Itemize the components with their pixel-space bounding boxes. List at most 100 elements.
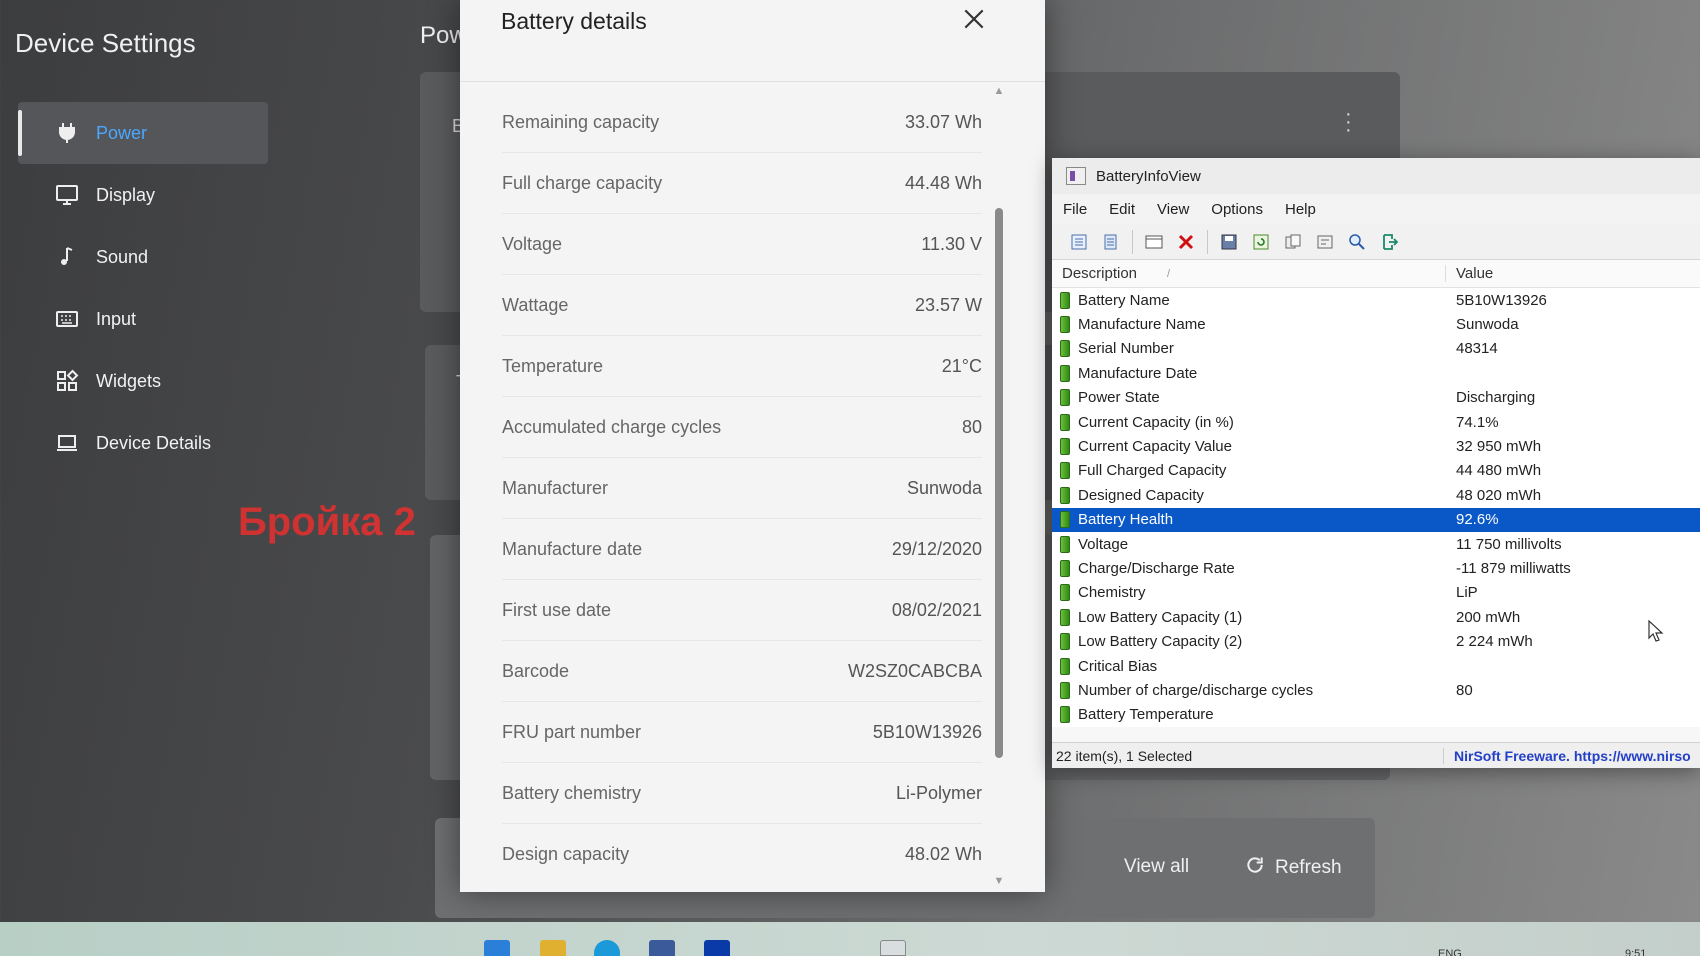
edge-browser-icon[interactable] — [594, 940, 620, 956]
table-row[interactable]: Number of charge/discharge cycles 80 — [1052, 678, 1700, 702]
nirsoft-link[interactable]: NirSoft Freeware. https://www.nirso — [1444, 748, 1691, 764]
menu-file[interactable]: File — [1063, 201, 1087, 218]
store-icon[interactable] — [649, 940, 675, 956]
table-row[interactable]: Battery Name 5B10W13926 — [1052, 288, 1700, 312]
refresh-button[interactable]: Refresh — [1245, 855, 1342, 881]
lenovo-vantage-icon[interactable] — [704, 940, 730, 956]
detail-value: 23.57 W — [914, 294, 982, 315]
detail-label: Temperature — [502, 355, 604, 376]
battery-icon — [1060, 389, 1070, 407]
row-value: 92.6% — [1456, 511, 1499, 529]
file-explorer-icon[interactable] — [540, 940, 566, 956]
table-row[interactable]: Designed Capacity 48 020 mWh — [1052, 483, 1700, 507]
toolbar-separator — [1207, 229, 1208, 254]
row-value: 80 — [1456, 681, 1473, 699]
menu-bar: File Edit View Options Help — [1052, 194, 1700, 224]
detail-label: Voltage — [502, 233, 563, 254]
detail-value: W2SZ0CABCBA — [847, 660, 982, 681]
detail-row: Battery chemistry Li-Polymer — [502, 763, 982, 824]
table-row[interactable]: Manufacture Date — [1052, 361, 1700, 385]
menu-help[interactable]: Help — [1285, 201, 1316, 218]
row-description: Critical Bias — [1078, 657, 1158, 675]
clock[interactable]: 9:51 — [1625, 948, 1646, 956]
column-header-value[interactable]: Value — [1446, 265, 1493, 282]
battery-icon — [1060, 462, 1070, 480]
table-row[interactable]: Critical Bias — [1052, 654, 1700, 678]
row-value: LiP — [1456, 584, 1478, 602]
widgets-icon — [52, 369, 82, 393]
row-value: 48314 — [1456, 340, 1498, 358]
batteryinfoview-taskbar-icon[interactable] — [880, 940, 906, 956]
detail-label: Remaining capacity — [502, 111, 660, 132]
table-row[interactable]: Low Battery Capacity (1) 200 mWh — [1052, 605, 1700, 629]
copy-selected-icon[interactable] — [1282, 231, 1304, 253]
row-value: 2 224 mWh — [1456, 633, 1533, 651]
row-description: Battery Health — [1078, 511, 1174, 529]
table-row[interactable]: Battery Temperature — [1052, 703, 1700, 727]
detail-label: Accumulated charge cycles — [502, 416, 722, 437]
scroll-down-arrow-icon[interactable]: ▼ — [993, 876, 1005, 887]
sidebar-item-power[interactable]: Power — [18, 102, 268, 164]
table-row[interactable]: Current Capacity (in %) 74.1% — [1052, 410, 1700, 434]
menu-options[interactable]: Options — [1211, 201, 1263, 218]
sidebar-item-label: Sound — [96, 246, 149, 267]
save-icon[interactable] — [1218, 231, 1240, 253]
sidebar-item-input[interactable]: Input — [18, 288, 268, 350]
refresh-icon[interactable] — [1250, 231, 1272, 253]
table-row[interactable]: Chemistry LiP — [1052, 581, 1700, 605]
table-row[interactable]: Low Battery Capacity (2) 2 224 mWh — [1052, 629, 1700, 653]
table-row[interactable]: Manufacture Name Sunwoda — [1052, 312, 1700, 336]
menu-view[interactable]: View — [1157, 201, 1189, 218]
detail-label: Wattage — [502, 294, 569, 315]
menu-edit[interactable]: Edit — [1109, 201, 1135, 218]
scroll-up-arrow-icon[interactable]: ▲ — [993, 86, 1005, 97]
close-button[interactable] — [961, 6, 987, 32]
detail-value: 5B10W13926 — [872, 721, 982, 742]
dialog-scrollbar[interactable]: ▲ ▼ — [993, 86, 1005, 887]
laptop-icon — [52, 431, 82, 455]
column-header-description[interactable]: Description / — [1052, 265, 1446, 282]
copy-icon[interactable] — [1100, 231, 1122, 253]
refresh-icon — [1245, 855, 1265, 881]
row-description: Power State — [1078, 389, 1160, 407]
detail-value: 44.48 Wh — [904, 172, 982, 193]
more-options-icon[interactable]: · · · — [1345, 104, 1352, 140]
row-value: Sunwoda — [1456, 316, 1519, 334]
table-row-selected[interactable]: Battery Health 92.6% — [1052, 507, 1700, 532]
battery-icon — [1060, 608, 1070, 626]
row-description: Low Battery Capacity (1) — [1078, 608, 1243, 626]
table-row[interactable]: Full Charged Capacity 44 480 mWh — [1052, 459, 1700, 483]
music-note-icon — [52, 245, 82, 269]
battery-icon — [1060, 681, 1070, 699]
sidebar-item-label: Display — [96, 184, 156, 205]
detail-value: 11.30 V — [921, 233, 982, 254]
options-icon[interactable] — [1314, 231, 1336, 253]
table-row[interactable]: Charge/Discharge Rate -11 879 milliwatts — [1052, 556, 1700, 580]
status-bar: 22 item(s), 1 Selected NirSoft Freeware.… — [1052, 742, 1700, 768]
battery-icon — [1060, 413, 1070, 431]
sidebar-item-widgets[interactable]: Widgets — [18, 350, 268, 412]
battery-icon — [1060, 584, 1070, 602]
detail-label: Battery chemistry — [502, 782, 642, 803]
table-row[interactable]: Voltage 11 750 millivolts — [1052, 532, 1700, 556]
row-value: 11 750 millivolts — [1456, 535, 1562, 553]
row-description: Number of charge/discharge cycles — [1078, 681, 1314, 699]
table-row[interactable]: Serial Number 48314 — [1052, 337, 1700, 361]
table-row[interactable]: Current Capacity Value 32 950 mWh — [1052, 434, 1700, 458]
scrollbar-thumb[interactable] — [995, 208, 1003, 758]
sidebar-item-sound[interactable]: Sound — [18, 226, 268, 288]
start-button-icon[interactable] — [484, 940, 510, 956]
row-value: 48 020 mWh — [1456, 486, 1542, 504]
properties-icon[interactable] — [1068, 231, 1090, 253]
battery-icon — [1060, 559, 1070, 577]
find-icon[interactable] — [1346, 231, 1368, 253]
delete-icon[interactable] — [1175, 231, 1197, 253]
view-all-link[interactable]: View all — [1124, 856, 1189, 878]
html-report-icon[interactable] — [1143, 231, 1165, 253]
window-titlebar[interactable]: BatteryInfoView — [1052, 158, 1700, 194]
sidebar-item-display[interactable]: Display — [18, 164, 268, 226]
table-row[interactable]: Power State Discharging — [1052, 386, 1700, 410]
language-indicator[interactable]: ENG — [1438, 948, 1462, 956]
exit-icon[interactable] — [1378, 231, 1400, 253]
sidebar-item-device-details[interactable]: Device Details — [18, 412, 268, 474]
